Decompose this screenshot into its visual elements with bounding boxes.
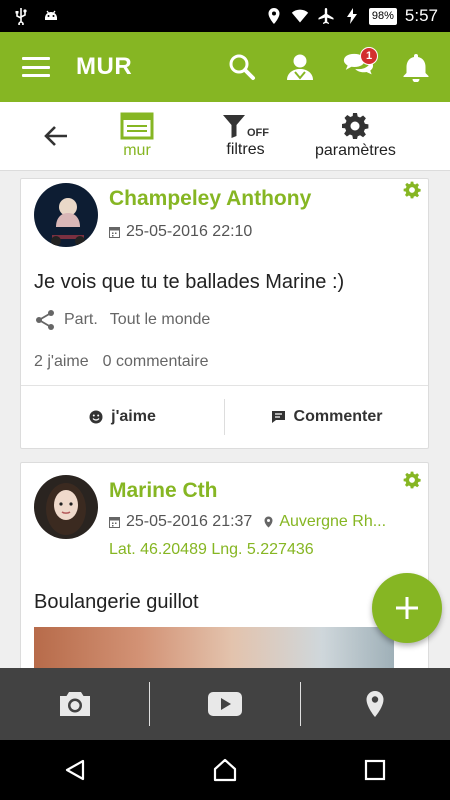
calendar-icon <box>109 227 120 238</box>
airplane-icon <box>317 7 335 25</box>
tab-filtres-label: filtres <box>226 141 265 158</box>
location-pin-icon <box>366 691 384 717</box>
post-settings-icon[interactable] <box>403 181 421 199</box>
gear-icon <box>342 113 369 139</box>
charging-icon <box>343 7 361 25</box>
post-settings-icon[interactable] <box>403 471 421 489</box>
battery-indicator: 98% <box>368 7 397 25</box>
search-icon[interactable] <box>226 51 258 83</box>
status-bar: 98% 5:57 <box>0 0 450 32</box>
android-icon <box>42 7 60 25</box>
back-icon[interactable] <box>50 745 100 795</box>
notification-badge: 1 <box>360 47 378 65</box>
post-card: Marine Cth 25-05-2016 21:37 Auvergne Rh.… <box>20 462 429 668</box>
post-actions: j'aime Commenter <box>21 385 428 448</box>
share-label: Part. <box>64 311 98 328</box>
tab-mur[interactable]: mur <box>120 112 154 160</box>
video-button[interactable] <box>150 668 299 740</box>
smiley-icon <box>89 410 103 424</box>
bottom-action-bar <box>0 668 450 740</box>
wifi-icon <box>291 7 309 25</box>
post-date: 25-05-2016 21:37 <box>126 513 253 530</box>
like-count[interactable]: 2 j'aime <box>34 353 89 371</box>
post-counts: 2 j'aime 0 commentaire <box>34 353 208 371</box>
post-date-row: 25-05-2016 21:37 Auvergne Rh... <box>109 513 386 531</box>
post-location[interactable]: Auvergne Rh... <box>279 513 386 531</box>
share-row: Part. Tout le monde <box>34 309 210 331</box>
post-text: Je vois que tu te ballades Marine :) <box>34 271 345 293</box>
youtube-icon <box>207 692 242 716</box>
comment-button-label: Commenter <box>293 408 383 425</box>
calendar-icon <box>109 517 120 528</box>
recents-icon[interactable] <box>350 745 400 795</box>
share-icon <box>36 310 54 330</box>
post-author[interactable]: Marine Cth <box>109 479 218 503</box>
post-card: Champeley Anthony 25-05-2016 22:10 Je vo… <box>20 178 429 449</box>
location-button[interactable] <box>301 668 450 740</box>
like-button-label: j'aime <box>111 408 156 425</box>
post-date-row: 25-05-2016 22:10 <box>109 223 252 241</box>
comment-count[interactable]: 0 commentaire <box>103 353 209 371</box>
bell-icon[interactable] <box>400 51 432 83</box>
back-arrow-icon[interactable] <box>34 114 78 158</box>
usb-icon <box>12 7 30 25</box>
post-coordinates: Lat. 46.20489 Lng. 5.227436 <box>109 541 314 558</box>
post-text: Boulangerie guillot <box>34 591 199 613</box>
camera-button[interactable] <box>0 668 149 740</box>
clock: 5:57 <box>404 6 438 25</box>
tab-bar: mur OFF filtres paramètres <box>0 102 450 171</box>
messages-icon[interactable]: 1 <box>342 47 378 83</box>
tab-filtres[interactable]: OFF filtres <box>222 113 269 159</box>
comment-icon <box>271 411 285 423</box>
tab-parametres[interactable]: paramètres <box>315 112 396 160</box>
home-icon[interactable] <box>200 745 250 795</box>
avatar[interactable] <box>34 183 98 247</box>
plus-icon <box>396 597 418 619</box>
comment-button[interactable]: Commenter <box>225 408 428 426</box>
avatar[interactable] <box>34 475 98 539</box>
post-author[interactable]: Champeley Anthony <box>109 187 311 211</box>
system-nav-bar <box>0 740 450 800</box>
wall-icon <box>120 112 154 140</box>
like-button[interactable]: j'aime <box>21 408 224 426</box>
location-pin-icon <box>264 516 273 528</box>
tab-mur-label: mur <box>123 142 151 159</box>
filter-off-label: OFF <box>247 127 269 139</box>
friends-icon[interactable] <box>284 51 316 83</box>
camera-icon <box>59 692 90 716</box>
page-title: MUR <box>76 53 133 80</box>
menu-icon[interactable] <box>22 57 50 77</box>
add-post-button[interactable] <box>372 573 442 643</box>
app-bar: MUR 1 <box>0 32 450 102</box>
share-value: Tout le monde <box>109 311 211 328</box>
tab-parametres-label: paramètres <box>315 142 396 159</box>
filter-icon <box>223 115 245 138</box>
location-icon <box>265 7 283 25</box>
post-photo[interactable] <box>34 627 394 668</box>
post-date: 25-05-2016 22:10 <box>126 223 253 240</box>
